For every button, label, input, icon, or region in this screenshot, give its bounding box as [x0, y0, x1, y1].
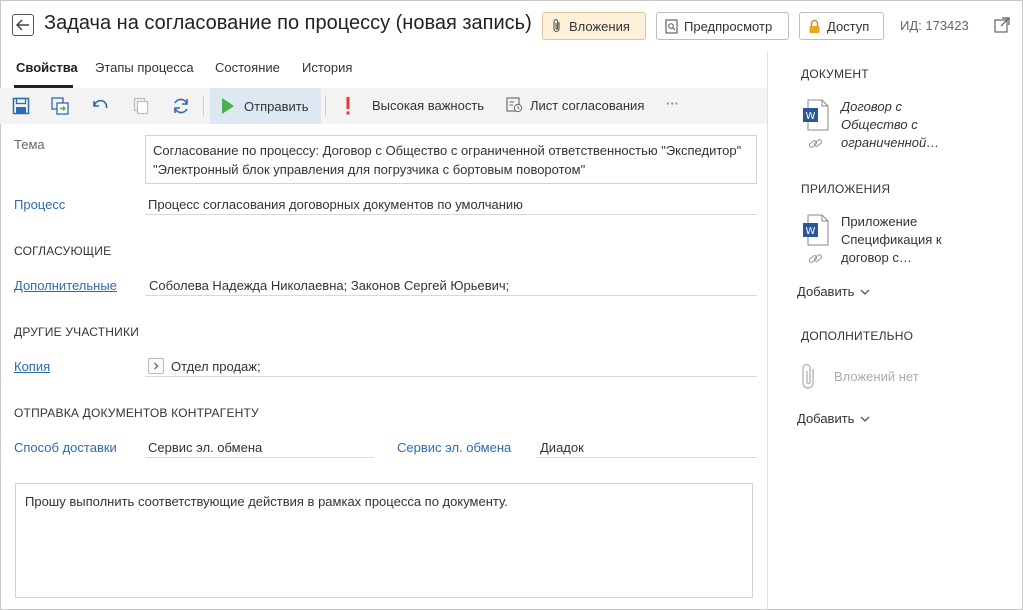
preview-label: Предпросмотр [684, 18, 773, 34]
delivery-method-value[interactable]: Сервис эл. обмена [148, 440, 262, 455]
save-icon[interactable] [11, 96, 31, 116]
page-title: Задача на согласование по процессу (нова… [44, 12, 532, 34]
chevron-right-icon [154, 362, 159, 370]
exclamation-icon [345, 97, 351, 115]
preview-button[interactable]: Предпросмотр [656, 12, 789, 40]
exchange-underline [536, 457, 757, 458]
toolbar-separator [203, 96, 204, 116]
approvers-section-title: СОГЛАСУЮЩИЕ [14, 244, 112, 258]
approval-sheet-icon [506, 97, 523, 113]
access-label: Доступ [827, 18, 870, 34]
tab-history[interactable]: История [302, 60, 352, 75]
add-label: Добавить [797, 411, 855, 426]
arrow-left-icon [16, 19, 29, 31]
paperclip-icon [551, 18, 563, 34]
delivery-method-label: Способ доставки [14, 440, 117, 455]
attachments-label: Вложения [569, 18, 630, 34]
additional-approvers-link[interactable]: Дополнительные [14, 278, 117, 293]
word-document-icon: W [803, 99, 829, 134]
exchange-service-label: Сервис эл. обмена [397, 440, 512, 455]
document-section-title: ДОКУМЕНТ [801, 67, 869, 81]
more-menu-button[interactable]: ··· [666, 96, 679, 111]
delivery-underline [145, 457, 374, 458]
exchange-service-value[interactable]: Диадок [540, 440, 584, 455]
attachment-link[interactable]: Приложение Спецификация к договор с… [841, 213, 961, 267]
approval-sheet-button[interactable]: Лист согласования [530, 98, 644, 113]
chevron-down-icon [860, 289, 870, 295]
process-label[interactable]: Процесс [14, 197, 65, 212]
copy-icon[interactable] [131, 96, 151, 116]
tab-process-stages[interactable]: Этапы процесса [95, 60, 194, 75]
other-participants-section-title: ДРУГИЕ УЧАСТНИКИ [14, 325, 140, 339]
svg-text:W: W [806, 111, 816, 122]
additional-section-title: ДОПОЛНИТЕЛЬНО [801, 329, 914, 343]
access-button[interactable]: Доступ [799, 12, 884, 40]
send-button[interactable]: Отправить [210, 88, 321, 124]
additional-underline [145, 295, 757, 296]
refresh-icon[interactable] [171, 96, 191, 116]
paperclip-icon [800, 362, 818, 395]
attachments-section-title: ПРИЛОЖЕНИЯ [801, 182, 891, 196]
high-importance-button[interactable]: Высокая важность [372, 98, 484, 113]
send-label: Отправить [244, 98, 309, 114]
lock-icon [808, 19, 821, 34]
attachments-button[interactable]: Вложения [542, 12, 646, 40]
additional-approvers-value[interactable]: Соболева Надежда Николаевна; Законов Сер… [149, 278, 509, 293]
counterparty-section-title: ОТПРАВКА ДОКУМЕНТОВ КОНТРАГЕНТУ [14, 406, 259, 420]
process-value[interactable]: Процесс согласования договорных документ… [148, 197, 523, 212]
add-attachment-button[interactable]: Добавить [797, 284, 870, 299]
document-link[interactable]: Договор с Общество с ограниченной… [841, 98, 961, 152]
save-and-close-icon[interactable] [51, 96, 71, 116]
header: Задача на согласование по процессу (нова… [0, 0, 1023, 52]
record-id: ИД: 173423 [900, 18, 969, 33]
open-external-icon[interactable] [994, 17, 1010, 36]
copy-underline [145, 376, 757, 377]
play-icon [222, 98, 234, 114]
toolbar: Отправить Высокая важность Лист согласов… [0, 88, 767, 124]
add-additional-button[interactable]: Добавить [797, 411, 870, 426]
tab-state[interactable]: Состояние [215, 60, 280, 75]
panel-divider [767, 52, 768, 610]
copy-recipients-value[interactable]: Отдел продаж; [171, 359, 261, 374]
undo-icon[interactable] [90, 96, 110, 116]
chevron-down-icon [860, 416, 870, 422]
back-button[interactable] [12, 14, 34, 36]
copy-recipients-link[interactable]: Копия [14, 359, 50, 374]
no-attachments-text: Вложений нет [834, 369, 919, 384]
process-underline [145, 214, 757, 215]
svg-text:W: W [806, 226, 816, 237]
word-document-icon: W [803, 214, 829, 249]
add-label: Добавить [797, 284, 855, 299]
subject-label: Тема [14, 137, 45, 152]
preview-icon [665, 18, 678, 34]
subject-input[interactable]: Согласование по процессу: Договор с Обще… [145, 135, 757, 184]
chain-link-icon [808, 137, 824, 154]
message-textarea[interactable]: Прошу выполнить соответствующие действия… [15, 483, 753, 598]
tab-properties[interactable]: Свойства [16, 60, 78, 75]
expand-button[interactable] [148, 358, 164, 374]
toolbar-separator [325, 96, 326, 116]
chain-link-icon [808, 252, 824, 269]
